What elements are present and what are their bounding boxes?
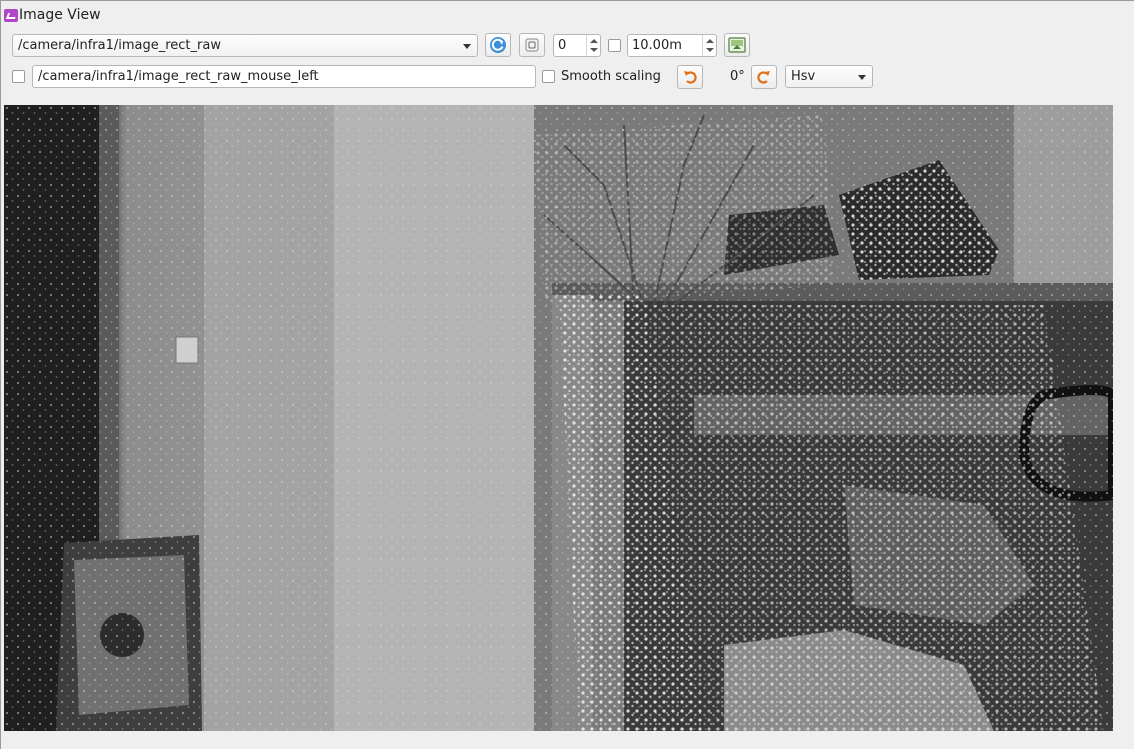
infrared-camera-image (4, 105, 1113, 731)
chevron-up-icon (590, 39, 598, 43)
spin-buttons[interactable] (702, 35, 716, 56)
topic-select-value: /camera/infra1/image_rect_raw (18, 38, 221, 53)
dynamic-range-checkbox[interactable] (608, 39, 621, 52)
window-title: Image View (19, 7, 101, 23)
smooth-scaling-checkbox[interactable] (542, 70, 555, 83)
chevron-down-icon (858, 75, 866, 80)
zoom-fit-button[interactable] (519, 33, 545, 57)
max-range-spinbox[interactable]: 10.00m (627, 34, 717, 57)
chevron-down-icon (590, 48, 598, 52)
max-range-value: 10.00m (632, 38, 682, 53)
num-gridlines-spinbox[interactable]: 0 (553, 34, 601, 57)
refresh-topics-button[interactable] (485, 33, 511, 57)
image-view-window: Image View /camera/infra1/image_rect_raw… (0, 0, 1134, 749)
rotate-right-icon (757, 71, 770, 84)
image-view-app-icon (4, 9, 18, 22)
colormap-select[interactable]: Hsv (785, 65, 873, 88)
num-gridlines-value: 0 (558, 38, 567, 53)
chevron-down-icon (706, 48, 714, 52)
chevron-down-icon (463, 44, 471, 49)
rotate-left-icon (684, 71, 697, 84)
mouse-topic-input[interactable]: /camera/infra1/image_rect_raw_mouse_left (32, 65, 536, 88)
spin-buttons[interactable] (586, 35, 600, 56)
image-display[interactable] (4, 105, 1113, 731)
smooth-scaling-label: Smooth scaling (561, 69, 661, 84)
title-bar: Image View (1, 1, 1134, 29)
save-image-button[interactable] (724, 33, 750, 57)
chevron-up-icon (706, 39, 714, 43)
publish-click-checkbox[interactable] (12, 70, 25, 83)
rotation-label: 0° (730, 69, 745, 84)
rotate-right-button[interactable] (751, 65, 777, 89)
zoom-icon (525, 38, 539, 52)
colormap-value: Hsv (791, 69, 816, 84)
rotate-left-button[interactable] (677, 65, 703, 89)
topic-select[interactable]: /camera/infra1/image_rect_raw (12, 34, 478, 57)
mouse-topic-value: /camera/infra1/image_rect_raw_mouse_left (38, 69, 319, 84)
save-image-icon (728, 37, 746, 53)
refresh-icon (490, 37, 506, 53)
